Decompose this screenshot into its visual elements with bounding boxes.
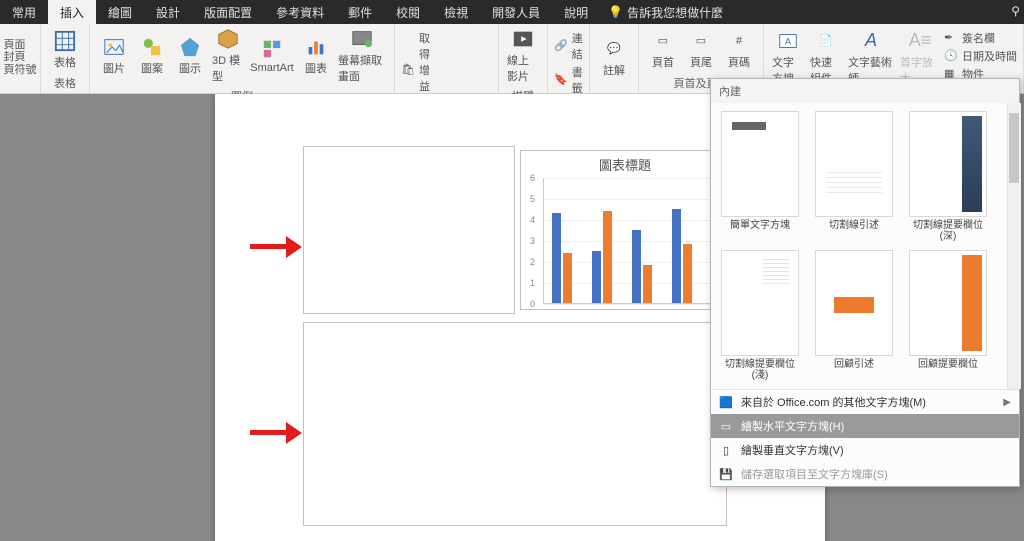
footer-icon: ▭ — [690, 30, 712, 52]
shapes-icon — [141, 36, 163, 58]
vertical-textbox-icon: ▯ — [719, 443, 733, 457]
screenshot-button[interactable]: 螢幕擷取畫面 — [336, 26, 388, 86]
tab-insert[interactable]: 插入 — [48, 0, 96, 24]
store-icon: 🛍 — [401, 63, 415, 77]
dropdown-menu: 🟦 來自於 Office.com 的其他文字方塊(M) ▶ ▭ 繪製水平文字方塊… — [711, 389, 1019, 486]
dropcap-icon: A≡ — [909, 30, 931, 52]
header-button[interactable]: ▭頁首 — [645, 26, 681, 73]
3d-models-button[interactable]: 3D 模型 — [210, 26, 246, 86]
tab-layout[interactable]: 版面配置 — [192, 0, 264, 24]
chart-icon — [305, 36, 327, 58]
menu-save-to-gallery: 💾 儲存選取項目至文字方塊庫(S) — [711, 462, 1019, 486]
pictures-button[interactable]: 圖片 — [96, 26, 132, 86]
date-time-button[interactable]: 🕓日期及時間 — [944, 48, 1017, 64]
gallery-item-retrospect-sidebar[interactable]: 回顧提要欄位 — [903, 248, 993, 383]
bookmark-icon: 🔖 — [554, 73, 568, 87]
gallery-item-austin-sidebar-light[interactable]: 切割線提要欄位 (淺) — [715, 248, 805, 383]
gallery-item-retrospect-quote[interactable]: 回顧引述 — [809, 248, 899, 383]
smartart-button[interactable]: SmartArt — [248, 26, 296, 86]
online-video-button[interactable]: 線上影片 — [505, 26, 541, 86]
user-icon[interactable]: ⚲ — [1011, 4, 1020, 18]
ribbon-tab-bar: 常用 插入 繪圖 設計 版面配置 參考資料 郵件 校閱 檢視 開發人員 說明 💡… — [0, 0, 1024, 24]
group-table: 表格 表格 — [41, 24, 90, 93]
group-illustration: 圖片 圖案 圖示 3D 模型 SmartArt 圖表 螢幕擷取畫面 圖例 — [90, 24, 395, 93]
cube-icon — [217, 28, 239, 50]
tab-design[interactable]: 設計 — [144, 0, 192, 24]
menu-more-from-office[interactable]: 🟦 來自於 Office.com 的其他文字方塊(M) ▶ — [711, 390, 1019, 414]
group-label-table: 表格 — [47, 73, 83, 93]
signature-icon: ✒ — [944, 31, 958, 45]
group-pages: 頁面 封頁 頁符號 — [0, 24, 41, 93]
footer-button[interactable]: ▭頁尾 — [683, 26, 719, 73]
chart-object[interactable]: 圖表標題 0123456 — [520, 150, 730, 310]
chart-plot-area: 0123456 — [543, 178, 725, 304]
smartart-icon — [261, 38, 283, 60]
office-icon: 🟦 — [719, 395, 733, 409]
icons-button[interactable]: 圖示 — [172, 26, 208, 86]
tab-home[interactable]: 常用 — [0, 0, 48, 24]
date-icon: 🕓 — [944, 49, 958, 63]
save-gallery-icon: 💾 — [719, 467, 733, 481]
tab-help[interactable]: 說明 — [552, 0, 600, 24]
tab-mailings[interactable]: 郵件 — [336, 0, 384, 24]
gallery-item-austin-quote[interactable]: 切割線引述 — [809, 109, 899, 244]
signature-line-button[interactable]: ✒簽名欄 — [944, 30, 1017, 46]
picture-icon — [103, 36, 125, 58]
tell-me-placeholder: 告訴我您想做什麼 — [627, 4, 723, 21]
pagenum-icon: # — [728, 30, 750, 52]
comment-button[interactable]: 💬註解 — [596, 26, 632, 89]
chart-title: 圖表標題 — [525, 155, 725, 174]
chart-button[interactable]: 圖表 — [298, 26, 334, 86]
shapes-button[interactable]: 圖案 — [134, 26, 170, 86]
text-frame-1[interactable] — [303, 146, 515, 314]
dropdown-gallery: 簡單文字方塊 切割線引述 切割線提要欄位 (深) 切割線提要欄位 (淺) 回顧引… — [711, 103, 1019, 389]
icons-icon — [179, 36, 201, 58]
dropdown-section-builtin: 內建 — [711, 79, 1019, 103]
tab-draw[interactable]: 繪圖 — [96, 0, 144, 24]
menu-draw-horizontal-textbox[interactable]: ▭ 繪製水平文字方塊(H) — [711, 414, 1019, 438]
bookmark-button[interactable]: 🔖書籤 — [554, 64, 583, 96]
tab-view[interactable]: 檢視 — [432, 0, 480, 24]
chevron-right-icon: ▶ — [1003, 397, 1011, 408]
video-icon — [512, 28, 534, 50]
horizontal-textbox-icon: ▭ — [719, 419, 733, 433]
table-icon — [54, 30, 76, 52]
tab-review[interactable]: 校閱 — [384, 0, 432, 24]
group-media: 線上影片 媒體 — [499, 24, 548, 93]
tab-developer[interactable]: 開發人員 — [480, 0, 552, 24]
text-frame-2[interactable] — [303, 322, 727, 526]
wordart-icon: A — [860, 30, 882, 52]
svg-text:A: A — [785, 36, 792, 46]
gallery-item-austin-sidebar-dark[interactable]: 切割線提要欄位 (深) — [903, 109, 993, 244]
group-links: 🔗連結 🔖書籤 ↔交互參照 連結 — [548, 24, 590, 93]
table-button[interactable]: 表格 — [47, 26, 83, 73]
comment-icon: 💬 — [603, 38, 625, 60]
group-comments: 💬註解 — [590, 24, 639, 93]
lightbulb-icon: 💡 — [608, 5, 623, 19]
link-button[interactable]: 🔗連結 — [554, 30, 583, 62]
textbox-dropdown: 內建 簡單文字方塊 切割線引述 切割線提要欄位 (深) 切割線提要欄位 (淺) … — [710, 78, 1020, 487]
screenshot-icon — [351, 28, 373, 50]
tab-references[interactable]: 參考資料 — [264, 0, 336, 24]
textbox-icon: A — [777, 30, 799, 52]
cover-page-button[interactable]: 頁面 封頁 頁符號 — [6, 26, 34, 89]
header-icon: ▭ — [652, 30, 674, 52]
quickparts-icon: 📄 — [815, 30, 837, 52]
gallery-item-simple-textbox[interactable]: 簡單文字方塊 — [715, 109, 805, 244]
link-icon: 🔗 — [554, 39, 568, 53]
tell-me-search[interactable]: 💡 告訴我您想做什麼 — [608, 0, 723, 24]
menu-draw-vertical-textbox[interactable]: ▯ 繪製垂直文字方塊(V) — [711, 438, 1019, 462]
group-addins: 🛍取得增益集 🧩我的增益集 WWikipedia 增益集 — [395, 24, 499, 93]
dropdown-scrollbar[interactable] — [1007, 103, 1021, 389]
page-number-button[interactable]: #頁碼 — [721, 26, 757, 73]
